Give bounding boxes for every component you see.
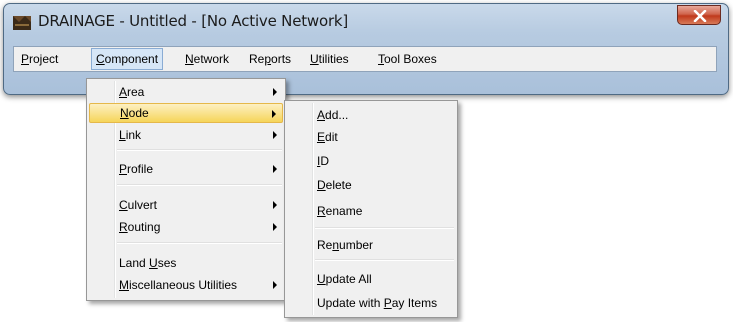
menu-separator (117, 149, 282, 151)
menu-separator (315, 227, 454, 229)
submenu-arrow-icon (273, 88, 277, 96)
menu-item-update-all[interactable]: Update All (287, 269, 455, 289)
menu-item-land-uses[interactable]: Land Uses (89, 253, 283, 273)
menu-separator (117, 184, 282, 186)
submenu-arrow-icon (273, 223, 277, 231)
window-title: DRAINAGE - Untitled - [No Active Network… (38, 12, 349, 30)
menu-bar: Project Component Network Reports Utilit… (13, 46, 717, 72)
drainage-app-icon[interactable] (13, 14, 31, 30)
menu-item-culvert[interactable]: Culvert (89, 195, 283, 215)
menu-item-area[interactable]: Area (89, 82, 283, 102)
menu-utilities[interactable]: Utilities (306, 49, 353, 69)
menu-item-profile[interactable]: Profile (89, 159, 283, 179)
menu-item-id[interactable]: ID (287, 151, 455, 171)
menu-item-renumber[interactable]: Renumber (287, 235, 455, 255)
menu-item-delete[interactable]: Delete (287, 175, 455, 195)
menu-item-node[interactable]: Node (89, 103, 283, 123)
menu-item-routing[interactable]: Routing (89, 217, 283, 237)
menu-item-add[interactable]: Add... (287, 105, 455, 125)
menu-component[interactable]: Component (91, 48, 164, 70)
menu-tool-boxes[interactable]: Tool Boxes (374, 49, 441, 69)
menu-item-rename[interactable]: Rename (287, 201, 455, 221)
menu-item-edit[interactable]: Edit (287, 127, 455, 147)
node-submenu: Add... Edit ID Delete Rename Renumber Up… (284, 100, 458, 318)
menu-separator (117, 242, 282, 244)
menu-reports[interactable]: Reports (245, 49, 295, 69)
close-icon (693, 10, 707, 22)
menu-project[interactable]: Project (17, 49, 62, 69)
menu-item-update-with-pay-items[interactable]: Update with Pay Items (287, 293, 455, 313)
menu-network[interactable]: Network (181, 49, 233, 69)
menu-item-link[interactable]: Link (89, 125, 283, 145)
menu-separator (315, 259, 454, 261)
submenu-arrow-icon (273, 201, 277, 209)
submenu-arrow-icon (273, 165, 277, 173)
submenu-arrow-icon (272, 110, 276, 118)
component-menu: Area Node Link Profile Culvert Routing L… (86, 78, 286, 301)
menu-item-miscellaneous-utilities[interactable]: Miscellaneous Utilities (89, 275, 283, 295)
close-button[interactable] (677, 5, 721, 25)
submenu-arrow-icon (273, 281, 277, 289)
submenu-arrow-icon (273, 131, 277, 139)
